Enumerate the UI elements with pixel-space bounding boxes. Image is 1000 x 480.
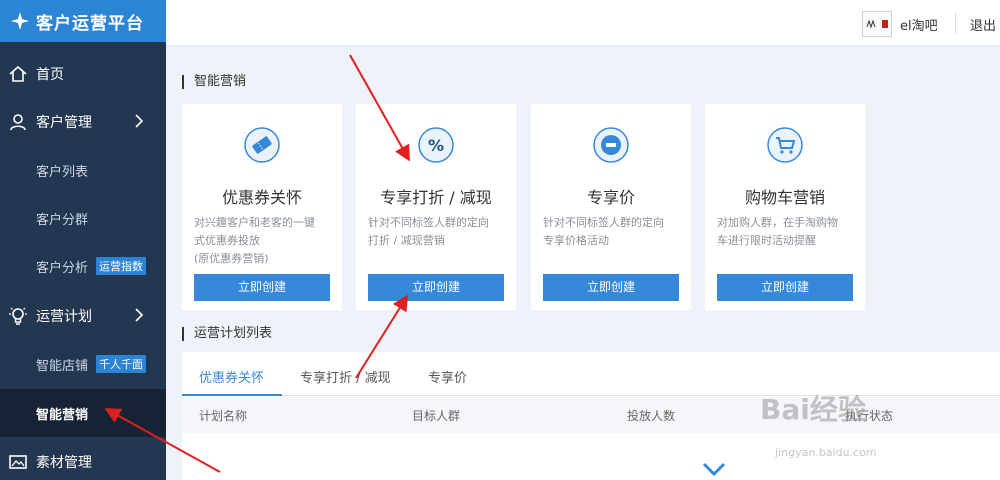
sidebar-item-label: 首页 bbox=[36, 67, 64, 83]
sidebar-item-customer-analysis[interactable]: 客户分析 运营指数 bbox=[0, 242, 166, 290]
percent-icon: % bbox=[418, 127, 454, 163]
sidebar-item-operation-plan[interactable]: 运营计划 bbox=[0, 292, 166, 340]
home-icon bbox=[9, 65, 27, 82]
badge-operation-index: 运营指数 bbox=[96, 257, 147, 275]
top-header: el淘吧 退出 bbox=[166, 0, 1000, 46]
watermark-url: jingyan.baidu.com bbox=[775, 446, 877, 459]
app-title: 客户运营平台 bbox=[36, 13, 144, 34]
plan-tabs: 优惠券关怀 专享打折 / 减现 专享价 bbox=[182, 352, 1000, 396]
sidebar: 客户运营平台 首页 客户管理 客户列表 客户分群 客户分析 运营指数 运营计划 … bbox=[0, 0, 166, 480]
create-button-cart-marketing[interactable]: 立即创建 bbox=[717, 274, 853, 301]
tab-exclusive-discount[interactable]: 专享打折 / 减现 bbox=[300, 367, 391, 386]
sidebar-item-customer-management[interactable]: 客户管理 bbox=[0, 98, 166, 146]
watermark: Bai经验 bbox=[760, 393, 866, 426]
zhuan-icon bbox=[593, 127, 629, 163]
sidebar-item-customer-groups[interactable]: 客户分群 bbox=[0, 194, 166, 242]
plan-list-panel: 优惠券关怀 专享打折 / 减现 专享价 计划名称 目标人群 投放人数 执行状态 bbox=[182, 352, 1000, 480]
image-icon bbox=[9, 455, 27, 469]
sidebar-item-customer-list[interactable]: 客户列表 bbox=[0, 146, 166, 194]
logout-link[interactable]: 退出 bbox=[970, 15, 996, 34]
sidebar-item-label: 智能营销 bbox=[36, 407, 89, 423]
card-description: 对兴趣客户和老客的一键 式优惠券投放 (原优惠券营销) bbox=[194, 216, 315, 265]
username[interactable]: el淘吧 bbox=[900, 15, 938, 34]
card-description: 对加购人群，在手淘购物 车进行限时活动提醒 bbox=[717, 216, 838, 247]
card-description: 针对不同标签人群的定向 打折 / 减现营销 bbox=[368, 216, 489, 247]
ticket-icon bbox=[244, 127, 280, 163]
sidebar-item-material-management[interactable]: 素材管理 bbox=[0, 438, 166, 480]
seal-icon bbox=[882, 20, 888, 28]
create-button-coupon-care[interactable]: 立即创建 bbox=[194, 274, 330, 301]
column-header-plan-name: 计划名称 bbox=[199, 409, 248, 423]
column-header-audience-count: 投放人数 bbox=[627, 409, 676, 423]
card-cart-marketing: 购物车营销 对加购人群，在手淘购物 车进行限时活动提醒 立即创建 bbox=[705, 104, 865, 310]
table-header: 计划名称 目标人群 投放人数 执行状态 bbox=[182, 397, 1000, 433]
tab-coupon-care[interactable]: 优惠券关怀 bbox=[199, 367, 264, 386]
card-exclusive-discount: % 专享打折 / 减现 针对不同标签人群的定向 打折 / 减现营销 立即创建 bbox=[356, 104, 516, 310]
card-title: 专享价 bbox=[586, 188, 635, 207]
active-tab-indicator bbox=[182, 394, 282, 396]
sidebar-item-label: 客户分析 bbox=[36, 260, 89, 276]
loading-icon bbox=[702, 462, 726, 477]
user-icon bbox=[10, 114, 26, 131]
app-logo[interactable]: 客户运营平台 bbox=[0, 0, 166, 42]
sidebar-item-label: 智能店铺 bbox=[36, 358, 89, 374]
card-exclusive-price: 专享价 针对不同标签人群的定向 专享价格活动 立即创建 bbox=[531, 104, 691, 310]
logo-icon bbox=[11, 12, 29, 30]
section-title-smart-marketing: 智能营销 bbox=[182, 75, 246, 89]
signature-icon bbox=[866, 19, 876, 29]
sidebar-item-label: 运营计划 bbox=[36, 309, 92, 325]
section-title-operation-plans: 运营计划列表 bbox=[182, 327, 272, 341]
sidebar-item-home[interactable]: 首页 bbox=[0, 50, 166, 98]
sidebar-item-label: 素材管理 bbox=[36, 455, 92, 471]
sidebar-item-smart-marketing[interactable]: 智能营销 bbox=[0, 389, 166, 437]
create-button-exclusive-price[interactable]: 立即创建 bbox=[543, 274, 679, 301]
column-header-target-audience: 目标人群 bbox=[412, 409, 461, 423]
card-title: 购物车营销 bbox=[744, 188, 825, 207]
card-title: 专享打折 / 减现 bbox=[380, 188, 492, 207]
svg-text:%: % bbox=[428, 136, 444, 155]
tab-exclusive-price[interactable]: 专享价 bbox=[428, 367, 467, 386]
badge-personalized: 千人千面 bbox=[96, 355, 147, 373]
card-description: 针对不同标签人群的定向 专享价格活动 bbox=[543, 216, 664, 247]
cart-icon bbox=[767, 127, 803, 163]
sidebar-item-smart-store[interactable]: 智能店铺 千人千面 bbox=[0, 340, 166, 388]
bulb-icon bbox=[9, 307, 27, 325]
chevron-right-icon bbox=[135, 114, 144, 128]
card-title: 优惠券关怀 bbox=[221, 188, 302, 207]
chevron-right-icon bbox=[135, 308, 144, 322]
card-coupon-care: 优惠券关怀 对兴趣客户和老客的一键 式优惠券投放 (原优惠券营销) 立即创建 bbox=[182, 104, 342, 310]
sidebar-item-label: 客户列表 bbox=[36, 164, 89, 180]
sidebar-item-label: 客户管理 bbox=[36, 115, 92, 131]
header-divider bbox=[955, 12, 956, 34]
avatar[interactable] bbox=[862, 11, 892, 37]
sidebar-item-label: 客户分群 bbox=[36, 212, 89, 228]
create-button-exclusive-discount[interactable]: 立即创建 bbox=[368, 274, 504, 301]
